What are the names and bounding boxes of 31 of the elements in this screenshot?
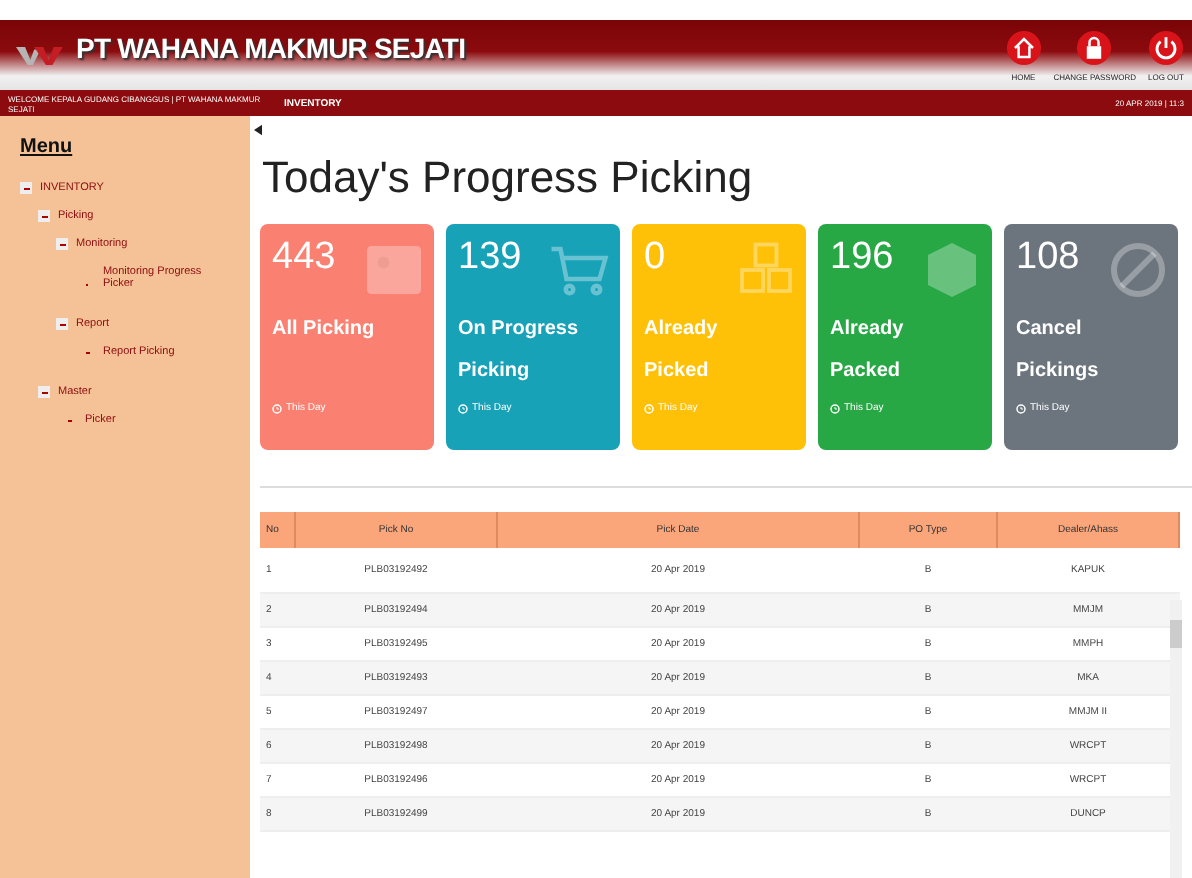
stat-label: On Progress Picking: [458, 316, 581, 386]
power-icon: [1147, 29, 1184, 65]
menu-title: Menu: [20, 136, 75, 158]
clock-icon: [272, 403, 282, 413]
scrollbar[interactable]: [1170, 600, 1182, 878]
clock-icon: [830, 403, 840, 413]
stat-label: All Picking: [272, 316, 377, 344]
cube-icon: [922, 240, 982, 300]
expand-toggle[interactable]: [38, 386, 50, 398]
stat-label: Cancel Pickings: [1016, 316, 1101, 386]
stat-value: 196: [830, 236, 894, 280]
home-icon: [1005, 29, 1042, 65]
ban-icon: [1108, 240, 1168, 300]
lock-icon: [1076, 29, 1113, 65]
stat-value: 0: [644, 236, 666, 280]
logo-icon: [16, 41, 68, 69]
stat-value: 108: [1016, 236, 1080, 280]
expand-toggle[interactable]: [56, 318, 68, 330]
expand-toggle[interactable]: [56, 238, 68, 250]
company-name: PT WAHANA MAKMUR SEJATI: [76, 31, 466, 63]
clock-icon: [1016, 403, 1026, 413]
stat-label: Already Picked: [644, 316, 720, 386]
stat-value: 443: [272, 236, 336, 280]
expand-toggle[interactable]: [20, 182, 32, 194]
stat-value: 139: [458, 236, 522, 280]
collapse-icon[interactable]: [254, 124, 262, 136]
stat-label: Already Packed: [830, 316, 906, 386]
clock-icon: [458, 403, 468, 413]
expand-toggle[interactable]: [38, 210, 50, 222]
page-title: Today's Progress Picking: [262, 152, 755, 204]
clock-icon: [644, 403, 654, 413]
